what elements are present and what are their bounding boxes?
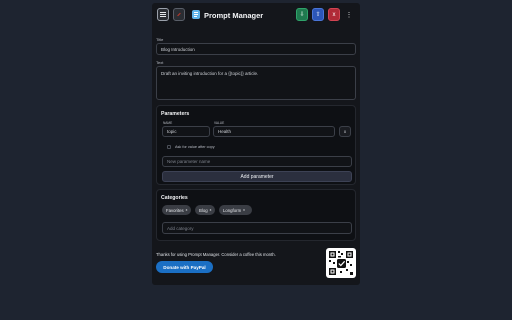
title-label: Title (156, 37, 164, 42)
remove-chip-icon[interactable]: x (186, 208, 188, 212)
more-options-button[interactable]: ⋮ (343, 8, 355, 21)
category-chip[interactable]: Blog x (195, 205, 215, 215)
import-icon: ⇧ (315, 12, 321, 18)
category-chips: Favorites x Blog x Longform x (162, 205, 352, 215)
add-category-input[interactable]: Add category (162, 222, 352, 234)
close-icon: x (343, 129, 347, 134)
donation-qr-code (326, 248, 356, 278)
category-chip[interactable]: Favorites x (162, 205, 191, 215)
ask-value-label: Ask for value after copy (175, 145, 215, 149)
menu-button[interactable] (157, 8, 169, 21)
categories-card: Categories Favorites x Blog x Longform x… (156, 189, 356, 241)
category-chip[interactable]: Longform x (219, 205, 252, 215)
more-icon: ⋮ (345, 11, 353, 19)
title-input[interactable]: Blog Introduction (156, 43, 356, 55)
add-parameter-button[interactable]: Add parameter (162, 171, 352, 182)
param-value-label: VALUE (214, 121, 225, 125)
new-parameter-input[interactable]: New parameter name (162, 156, 352, 167)
prompt-editor-panel: Prompt Manager ⇩ ⇧ x ⋮ Title Blog Introd… (152, 3, 360, 285)
pin-button[interactable] (173, 8, 185, 21)
pin-icon (177, 12, 181, 17)
categories-title: Categories (161, 195, 188, 201)
parameters-title: Parameters (161, 111, 190, 117)
delete-prompt-button[interactable]: x (328, 8, 340, 21)
donate-paypal-button[interactable]: Donate with PayPal (156, 261, 213, 273)
delete-parameter-button[interactable]: x (339, 126, 351, 137)
thanks-text: Thanks for using Prompt Manager. Conside… (156, 252, 276, 257)
close-icon: x (332, 11, 336, 18)
ask-value-checkbox[interactable] (167, 145, 171, 149)
app-logo-icon (192, 10, 200, 19)
header-bar: Prompt Manager ⇩ ⇧ x ⋮ (152, 3, 360, 27)
export-button[interactable]: ⇩ (296, 8, 308, 21)
param-name-input[interactable]: topic (162, 126, 210, 137)
text-label: Text (156, 60, 164, 65)
param-value-input[interactable]: Health (213, 126, 335, 137)
remove-chip-icon[interactable]: x (210, 208, 212, 212)
text-input[interactable]: Draft an inviting introduction for a {{t… (156, 66, 356, 100)
parameters-card: Parameters NAME VALUE topic Health x Ask… (156, 105, 356, 185)
param-name-label: NAME (163, 121, 173, 125)
hamburger-icon (160, 12, 166, 17)
app-title: Prompt Manager (204, 11, 264, 20)
export-icon: ⇩ (299, 12, 305, 18)
import-button[interactable]: ⇧ (312, 8, 324, 21)
qr-code-icon (329, 251, 353, 275)
remove-chip-icon[interactable]: x (243, 208, 245, 212)
